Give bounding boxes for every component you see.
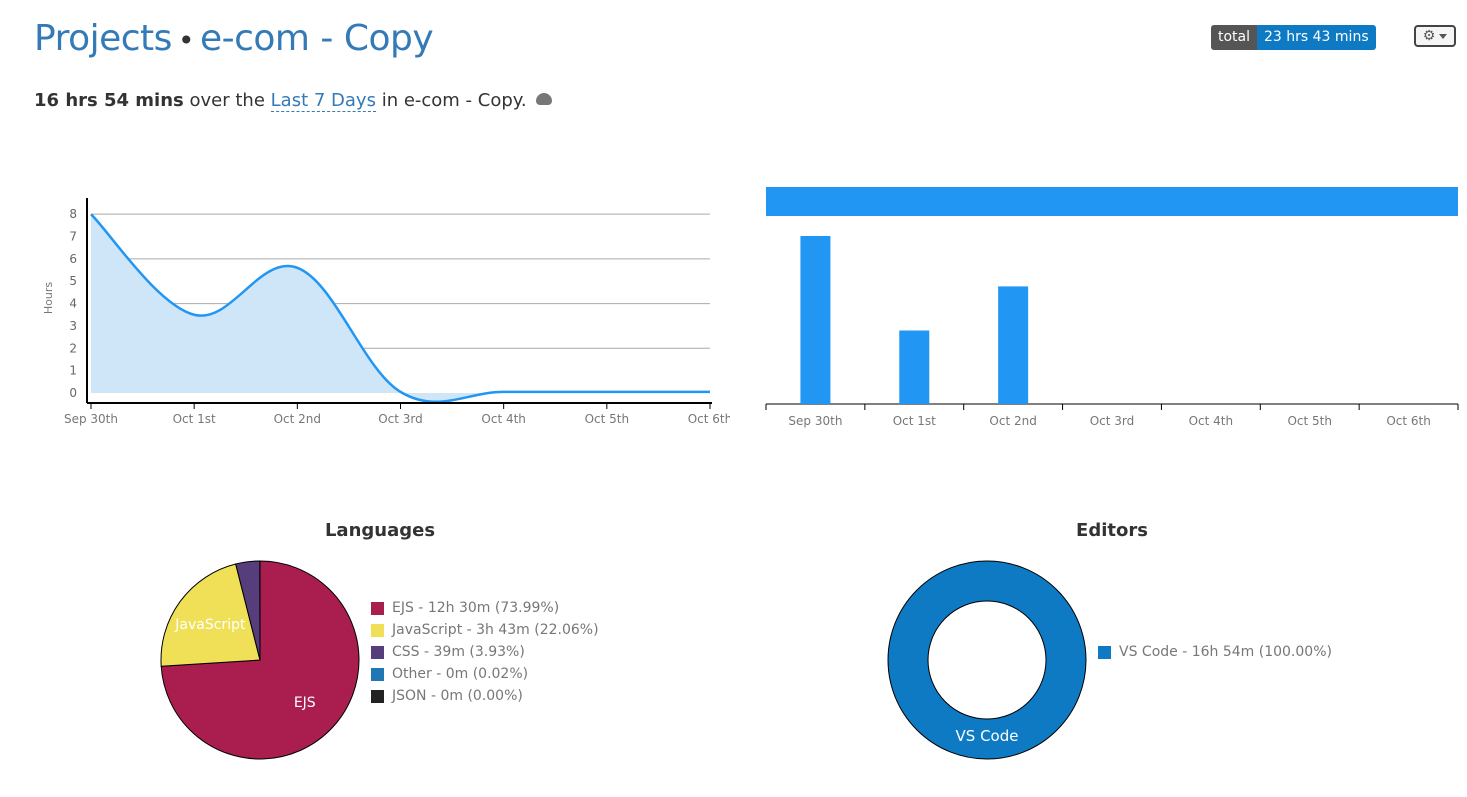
- page-title: Projects • e-com - Copy: [34, 18, 434, 59]
- x-tick-label: Oct 4th: [1189, 414, 1234, 428]
- legend-swatch: [371, 689, 384, 703]
- y-axis-label: Hours: [42, 282, 55, 314]
- slice-label: JavaScript: [174, 617, 246, 633]
- legend-item[interactable]: EJS - 12h 30m (73.99%): [371, 597, 599, 619]
- legend-item[interactable]: CSS - 39m (3.93%): [371, 641, 599, 663]
- editors-legend: VS Code - 16h 54m (100.00%): [1098, 641, 1332, 663]
- projects-link[interactable]: Projects: [34, 18, 172, 59]
- legend-swatch: [371, 623, 384, 637]
- legend-swatch: [371, 601, 384, 615]
- donut-hole: [927, 600, 1047, 720]
- legend-swatch: [371, 667, 384, 681]
- bar[interactable]: [998, 286, 1029, 404]
- bar[interactable]: [899, 330, 930, 405]
- x-tick-label: Oct 3rd: [1090, 414, 1135, 428]
- x-tick-label: Oct 6th: [1386, 414, 1431, 428]
- legend-label: VS Code - 16h 54m (100.00%): [1119, 644, 1332, 660]
- y-tick-label: 2: [69, 341, 77, 355]
- cloud-download-icon[interactable]: [536, 93, 553, 105]
- settings-dropdown-button[interactable]: ⚙: [1414, 25, 1456, 47]
- editors-donut-chart: VS Code: [887, 560, 1087, 760]
- bar-chart-header-bar: [766, 187, 1458, 216]
- gear-icon: ⚙: [1422, 28, 1436, 44]
- y-tick-label: 1: [69, 364, 77, 378]
- x-tick-label: Oct 6th: [688, 412, 730, 426]
- x-tick-label: Oct 2nd: [989, 414, 1036, 428]
- editors-title: Editors: [1076, 520, 1148, 541]
- y-tick-label: 5: [69, 274, 77, 288]
- title-separator: •: [177, 24, 195, 57]
- legend-item[interactable]: VS Code - 16h 54m (100.00%): [1098, 641, 1332, 663]
- total-badge-label: total: [1211, 25, 1258, 50]
- x-tick-label: Oct 3rd: [378, 412, 423, 426]
- summary-over-text: over the: [189, 90, 265, 111]
- y-tick-label: 7: [69, 230, 77, 244]
- legend-label: CSS - 39m (3.93%): [392, 644, 525, 660]
- hours-line-chart: 0 1 2 3 4 5 6 7 8 Sep 30th Oct 1st Oct 2nd Oct 3rd Oc…: [42, 198, 730, 426]
- project-name-link[interactable]: e-com - Copy: [200, 18, 434, 59]
- summary-line: 16 hrs 54 mins over the Last 7 Days in e…: [34, 90, 553, 112]
- x-tick-label: Sep 30th: [788, 414, 842, 428]
- y-tick-label: 0: [69, 386, 77, 400]
- summary-in-text: in e-com - Copy.: [381, 90, 527, 111]
- y-tick-label: 6: [69, 252, 77, 266]
- legend-label: JSON - 0m (0.00%): [392, 688, 523, 704]
- y-tick-label: 8: [69, 207, 77, 221]
- legend-item[interactable]: JSON - 0m (0.00%): [371, 685, 599, 707]
- languages-legend: EJS - 12h 30m (73.99%) JavaScript - 3h 43…: [371, 597, 599, 707]
- x-tick-label: Oct 5th: [585, 412, 630, 426]
- legend-label: JavaScript - 3h 43m (22.06%): [392, 622, 599, 638]
- total-badge-value: 23 hrs 43 mins: [1257, 25, 1376, 50]
- daily-bar-chart: Sep 30th Oct 1st Oct 2nd Oct 3rd Oct 4th Oct …: [765, 187, 1459, 428]
- languages-pie-chart: EJS JavaScript: [160, 560, 360, 760]
- total-badge: total 23 hrs 43 mins: [1211, 25, 1376, 50]
- chevron-down-icon: [1439, 33, 1448, 39]
- x-tick-label: Oct 5th: [1287, 414, 1332, 428]
- date-range-selector[interactable]: Last 7 Days: [270, 90, 376, 112]
- slice-label: EJS: [294, 695, 316, 711]
- bar[interactable]: [800, 236, 831, 404]
- legend-swatch: [371, 645, 384, 659]
- x-tick-label: Oct 1st: [173, 412, 216, 426]
- x-tick-label: Sep 30th: [64, 412, 118, 426]
- x-tick-label: Oct 2nd: [274, 412, 321, 426]
- legend-swatch: [1098, 645, 1111, 659]
- x-tick-label: Oct 1st: [893, 414, 936, 428]
- legend-item[interactable]: Other - 0m (0.02%): [371, 663, 599, 685]
- legend-item[interactable]: JavaScript - 3h 43m (22.06%): [371, 619, 599, 641]
- y-tick-label: 3: [69, 319, 77, 333]
- summary-duration: 16 hrs 54 mins: [34, 90, 184, 111]
- legend-label: EJS - 12h 30m (73.99%): [392, 600, 560, 616]
- area-fill: [91, 214, 710, 402]
- x-tick-label: Oct 4th: [481, 412, 526, 426]
- languages-title: Languages: [324, 520, 436, 541]
- slice-label: VS Code: [956, 727, 1019, 745]
- y-tick-label: 4: [69, 297, 77, 311]
- legend-label: Other - 0m (0.02%): [392, 666, 529, 682]
